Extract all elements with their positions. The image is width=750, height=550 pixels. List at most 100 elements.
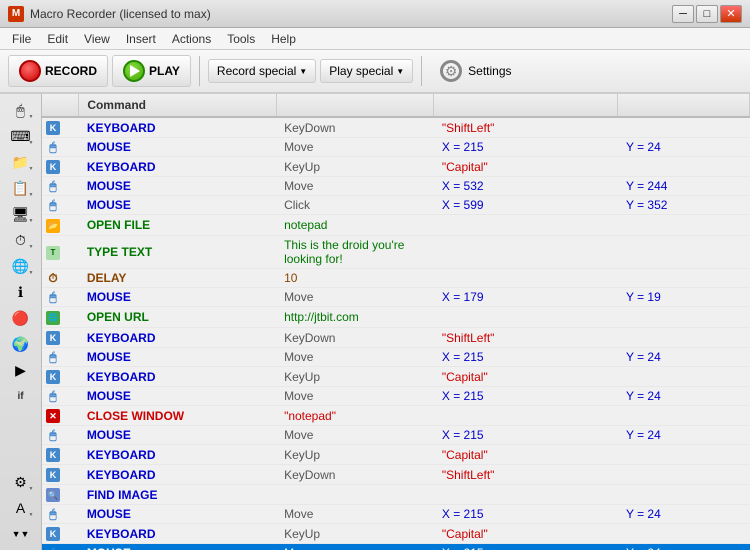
row-param3: Y = 24	[618, 544, 750, 550]
table-row[interactable]: 🖱MOUSEMoveX = 532Y = 244	[42, 177, 750, 196]
table-row[interactable]: 🖱MOUSEMoveX = 215Y = 24	[42, 387, 750, 406]
play-button[interactable]: PLAY	[112, 55, 191, 87]
table-row[interactable]: 🖱MOUSEMoveX = 215Y = 24	[42, 505, 750, 524]
record-special-label: Record special	[217, 64, 296, 78]
table-row[interactable]: 🔍FIND IMAGE	[42, 485, 750, 505]
row-param3: Y = 352	[618, 196, 750, 215]
row-param2: X = 215	[434, 387, 618, 406]
play-special-button[interactable]: Play special ▼	[320, 59, 413, 83]
sidebar-icon-play[interactable]: ▶	[6, 358, 36, 382]
row-command: KEYBOARD	[79, 328, 276, 348]
row-command: KEYBOARD	[79, 445, 276, 465]
row-param1: KeyDown	[276, 328, 434, 348]
row-icon: 🌐	[42, 307, 79, 328]
row-param1: KeyUp	[276, 157, 434, 177]
table-row[interactable]: ⏱DELAY10	[42, 269, 750, 288]
table-row[interactable]: 🖱MOUSEMoveX = 215Y = 24	[42, 348, 750, 367]
row-param2: "Capital"	[434, 367, 618, 387]
table-row[interactable]: 🖱MOUSEMoveX = 215Y = 24	[42, 138, 750, 157]
sidebar-icon-keyboard[interactable]: ⌨	[6, 124, 36, 148]
sidebar-icon-web[interactable]: 🌐	[6, 254, 36, 278]
row-param2: X = 215	[434, 426, 618, 445]
sidebar-icon-globe[interactable]: 🌍	[6, 332, 36, 356]
record-button[interactable]: RECORD	[8, 55, 108, 87]
row-param2	[434, 485, 618, 505]
row-param1: KeyUp	[276, 524, 434, 544]
table-row[interactable]: TTYPE TEXTThis is the droid you're looki…	[42, 236, 750, 269]
table-row[interactable]: 🖱MOUSEClickX = 599Y = 352	[42, 196, 750, 215]
row-command: FIND IMAGE	[79, 485, 276, 505]
row-param3	[618, 406, 750, 426]
menu-edit[interactable]: Edit	[39, 30, 76, 48]
minimize-button[interactable]: ─	[672, 5, 694, 23]
table-row[interactable]: KKEYBOARDKeyUp"Capital"	[42, 445, 750, 465]
sidebar-icon-if[interactable]: if	[6, 384, 36, 408]
row-command: MOUSE	[79, 138, 276, 157]
row-command: OPEN URL	[79, 307, 276, 328]
sidebar-icon-expand[interactable]: ▼▼	[6, 522, 36, 546]
window-title: Macro Recorder (licensed to max)	[30, 7, 211, 21]
toolbar: RECORD PLAY Record special ▼ Play specia…	[0, 50, 750, 94]
sidebar-icon-mouse[interactable]: 🖱	[6, 98, 36, 122]
menu-view[interactable]: View	[76, 30, 118, 48]
sidebar-icon-delay[interactable]: ⏱	[6, 228, 36, 252]
row-param2: "ShiftLeft"	[434, 328, 618, 348]
row-icon: K	[42, 465, 79, 485]
table-row[interactable]: KKEYBOARDKeyUp"Capital"	[42, 367, 750, 387]
sidebar-icon-window[interactable]: 🖥	[6, 202, 36, 226]
sidebar-icon-clipboard[interactable]: 📋	[6, 176, 36, 200]
menu-help[interactable]: Help	[263, 30, 304, 48]
main-area: 🖱 ⌨ 📁 📋 🖥 ⏱ 🌐 ℹ 🔴 🌍 ▶ if ⚙ A ▼▼ Command	[0, 94, 750, 550]
table-row[interactable]: 🖱MOUSEMoveX = 215Y = 24	[42, 544, 750, 550]
menu-file[interactable]: File	[4, 30, 39, 48]
row-command: CLOSE WINDOW	[79, 406, 276, 426]
row-icon: 🖱	[42, 387, 79, 406]
sidebar-icon-file[interactable]: 📁	[6, 150, 36, 174]
command-scroll[interactable]: Command KKEYBOARDKeyDown"ShiftLeft"🖱MOUS…	[42, 94, 750, 550]
menu-tools[interactable]: Tools	[219, 30, 263, 48]
table-row[interactable]: KKEYBOARDKeyDown"ShiftLeft"	[42, 328, 750, 348]
menu-actions[interactable]: Actions	[164, 30, 219, 48]
row-param2: X = 532	[434, 177, 618, 196]
sidebar-icon-settings[interactable]: ⚙	[6, 470, 36, 494]
sidebar-icon-extra[interactable]: A	[6, 496, 36, 520]
row-command: KEYBOARD	[79, 465, 276, 485]
gear-icon: ⚙	[440, 60, 462, 82]
table-row[interactable]: KKEYBOARDKeyUp"Capital"	[42, 157, 750, 177]
row-param3: Y = 24	[618, 387, 750, 406]
menubar: File Edit View Insert Actions Tools Help	[0, 28, 750, 50]
table-row[interactable]: KKEYBOARDKeyDown"ShiftLeft"	[42, 465, 750, 485]
table-row[interactable]: 📂OPEN FILEnotepad	[42, 215, 750, 236]
table-row[interactable]: 🖱MOUSEMoveX = 179Y = 19	[42, 288, 750, 307]
table-row[interactable]: 🌐OPEN URLhttp://jtbit.com	[42, 307, 750, 328]
close-button[interactable]: ✕	[720, 5, 742, 23]
sidebar-icon-info[interactable]: ℹ	[6, 280, 36, 304]
row-param2	[434, 215, 618, 236]
row-param3	[618, 269, 750, 288]
maximize-button[interactable]: □	[696, 5, 718, 23]
play-icon	[123, 60, 145, 82]
table-row[interactable]: KKEYBOARDKeyUp"Capital"	[42, 524, 750, 544]
row-icon: T	[42, 236, 79, 269]
row-command: KEYBOARD	[79, 117, 276, 138]
record-special-button[interactable]: Record special ▼	[208, 59, 316, 83]
sidebar-icon-record[interactable]: 🔴	[6, 306, 36, 330]
row-param1: http://jtbit.com	[276, 307, 434, 328]
row-param2: "Capital"	[434, 157, 618, 177]
sidebar: 🖱 ⌨ 📁 📋 🖥 ⏱ 🌐 ℹ 🔴 🌍 ▶ if ⚙ A ▼▼	[0, 94, 42, 550]
table-row[interactable]: KKEYBOARDKeyDown"ShiftLeft"	[42, 117, 750, 138]
row-command: TYPE TEXT	[79, 236, 276, 269]
row-param1: "notepad"	[276, 406, 434, 426]
row-icon: K	[42, 524, 79, 544]
col-command-header: Command	[79, 94, 276, 117]
row-param1: Move	[276, 177, 434, 196]
row-param1: KeyDown	[276, 117, 434, 138]
play-label: PLAY	[149, 64, 180, 78]
toolbar-separator-1	[199, 56, 200, 86]
settings-button[interactable]: ⚙ Settings	[430, 56, 521, 86]
row-icon: 🖱	[42, 544, 79, 550]
menu-insert[interactable]: Insert	[118, 30, 164, 48]
table-row[interactable]: 🖱MOUSEMoveX = 215Y = 24	[42, 426, 750, 445]
table-row[interactable]: ✕CLOSE WINDOW"notepad"	[42, 406, 750, 426]
row-command: MOUSE	[79, 426, 276, 445]
